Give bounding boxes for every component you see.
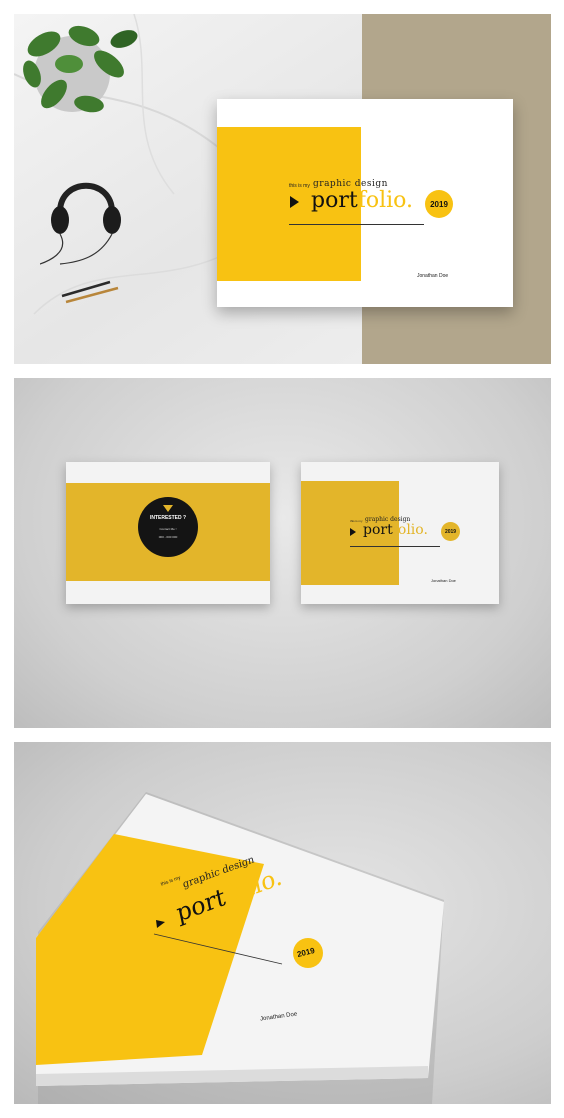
front-author: Jonathan Doe [431,578,456,583]
front-title-dark: port [363,522,393,538]
perspective-brochure [36,792,444,1104]
cover-title: portfolio. [311,188,413,214]
plant-photo [23,25,138,113]
back-cover: INTERESTED ? Contact Me ! 000 - 000 000 [66,462,270,604]
contact-circle: INTERESTED ? Contact Me ! 000 - 000 000 [138,497,198,557]
contact-line2: 000 - 000 000 [158,535,178,539]
front-year-badge: 2019 [441,522,460,541]
year-badge: 2019 [425,190,453,218]
perspective-scene: this is my graphic design portfolio. 201… [14,742,551,1104]
cover-intro: this is my [289,183,310,189]
pencils-photo [61,280,119,304]
title-dark: port [311,188,358,213]
front-intro: this is my [350,519,363,523]
front-divider [350,546,440,547]
front-title-yellow: folio. [392,522,428,538]
front-title: portfolio. [363,522,428,538]
front-cover: this is my graphic design portfolio. 201… [301,462,499,604]
headphones-photo [40,182,121,265]
title-yellow: folio. [357,188,413,213]
front-play-triangle-icon [350,528,356,536]
contact-headline: INTERESTED ? [149,515,187,521]
covers-scene: INTERESTED ? Contact Me ! 000 - 000 000 … [14,378,551,728]
down-triangle-icon [163,505,173,512]
cover-author: Jonathan Doe [417,273,449,279]
play-triangle-icon [290,196,299,208]
flatlay-scene: this is my graphic design portfolio. 201… [14,14,551,364]
cover-divider [289,224,424,225]
brochure-cover: this is my graphic design portfolio. 201… [217,99,513,307]
contact-line1: Contact Me ! [159,527,177,531]
